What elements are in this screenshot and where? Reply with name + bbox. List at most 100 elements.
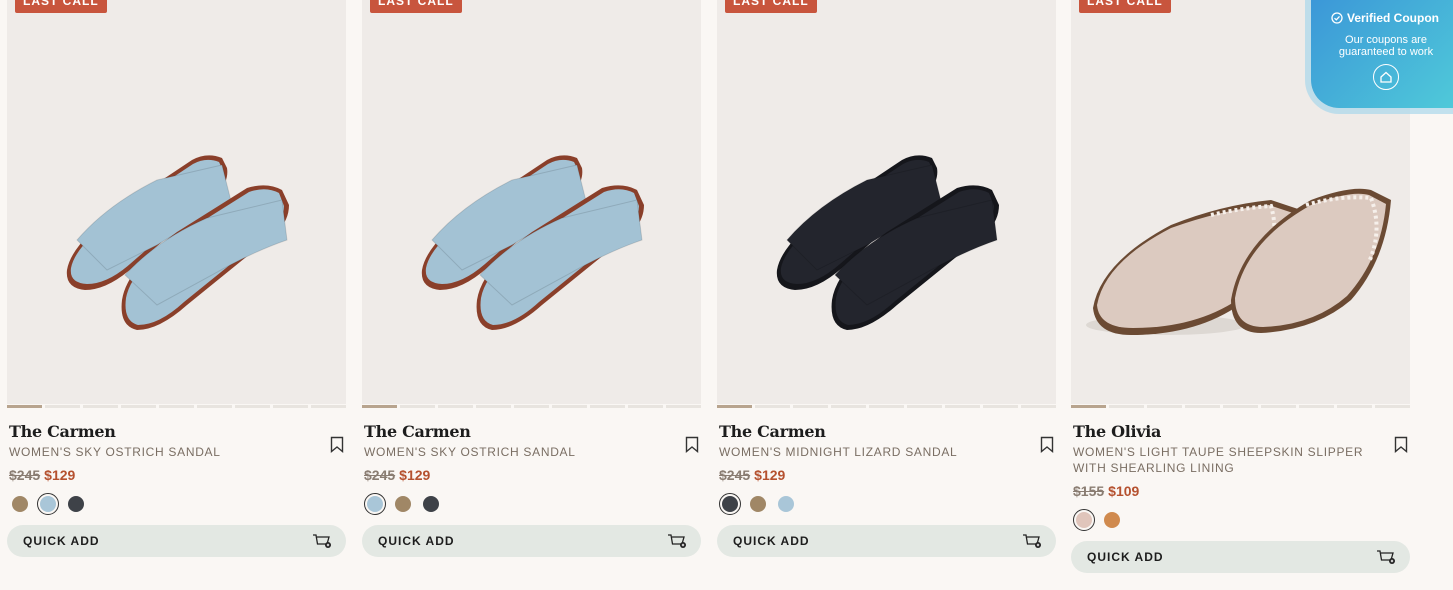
image-progress-segment[interactable]	[45, 405, 80, 408]
image-progress-segment[interactable]	[666, 405, 701, 408]
product-subtitle[interactable]: WOMEN'S SKY OSTRICH SANDAL	[364, 444, 664, 460]
image-progress-segment[interactable]	[1071, 405, 1106, 408]
image-progress-segment[interactable]	[983, 405, 1018, 408]
sale-price: $109	[1108, 483, 1140, 499]
product-info: The Olivia WOMEN'S LIGHT TAUPE SHEEPSKIN…	[1071, 422, 1410, 531]
product-title[interactable]: The Carmen	[9, 422, 344, 441]
image-progress-segment[interactable]	[159, 405, 194, 408]
bookmark-icon[interactable]	[1394, 436, 1408, 453]
image-progress-segment[interactable]	[1261, 405, 1296, 408]
image-progress-segment[interactable]	[628, 405, 663, 408]
image-progress-segment[interactable]	[476, 405, 511, 408]
coupon-heading-text: Verified Coupon	[1346, 11, 1439, 25]
image-progress-segment[interactable]	[438, 405, 473, 408]
bookmark-icon[interactable]	[685, 436, 699, 453]
image-carousel-progress	[717, 405, 1056, 408]
quick-add-button[interactable]: QUICK ADD	[7, 525, 346, 557]
image-progress-segment[interactable]	[83, 405, 118, 408]
original-price: $245	[9, 467, 41, 483]
color-swatch[interactable]	[719, 493, 741, 515]
color-swatch[interactable]	[37, 493, 59, 515]
sale-price: $129	[399, 467, 431, 483]
product-title[interactable]: The Olivia	[1073, 422, 1408, 441]
quick-add-button[interactable]: QUICK ADD	[362, 525, 701, 557]
color-swatch[interactable]	[1101, 509, 1123, 531]
color-swatches	[364, 493, 699, 515]
image-progress-segment[interactable]	[7, 405, 42, 408]
product-image[interactable]	[7, 0, 346, 404]
product-image-container[interactable]: LAST CALL	[717, 0, 1056, 404]
product-image-container[interactable]: LAST CALL	[7, 0, 346, 404]
image-progress-segment[interactable]	[197, 405, 232, 408]
image-progress-segment[interactable]	[1109, 405, 1144, 408]
image-progress-segment[interactable]	[590, 405, 625, 408]
image-progress-segment[interactable]	[362, 405, 397, 408]
image-progress-segment[interactable]	[1337, 405, 1372, 408]
image-progress-segment[interactable]	[869, 405, 904, 408]
verified-coupon-widget[interactable]: Verified Coupon Our coupons are guarante…	[1311, 0, 1453, 108]
quick-add-label: QUICK ADD	[378, 534, 455, 548]
product-image-container[interactable]: LAST CALL	[362, 0, 701, 404]
quick-add-cart-icon	[313, 534, 331, 548]
product-subtitle[interactable]: WOMEN'S MIDNIGHT LIZARD SANDAL	[719, 444, 1019, 460]
image-progress-segment[interactable]	[831, 405, 866, 408]
coupon-logo-icon[interactable]	[1373, 64, 1399, 90]
color-swatch[interactable]	[392, 493, 414, 515]
product-card[interactable]: LAST CALL The Carmen WOMEN'S SKY OSTRICH…	[7, 0, 346, 557]
color-swatch[interactable]	[420, 493, 442, 515]
quick-add-label: QUICK ADD	[1087, 550, 1164, 564]
quick-add-cart-icon	[1377, 550, 1395, 564]
image-progress-segment[interactable]	[717, 405, 752, 408]
quick-add-label: QUICK ADD	[733, 534, 810, 548]
image-progress-segment[interactable]	[755, 405, 790, 408]
product-subtitle[interactable]: WOMEN'S LIGHT TAUPE SHEEPSKIN SLIPPER WI…	[1073, 444, 1373, 476]
bookmark-icon[interactable]	[330, 436, 344, 453]
product-title[interactable]: The Carmen	[719, 422, 1054, 441]
image-carousel-progress	[362, 405, 701, 408]
image-progress-segment[interactable]	[1147, 405, 1182, 408]
image-progress-segment[interactable]	[1021, 405, 1056, 408]
product-image[interactable]	[717, 0, 1056, 404]
color-swatch[interactable]	[747, 493, 769, 515]
product-card[interactable]: LAST CALL The Carmen WOMEN'S MIDNIGHT LI…	[717, 0, 1056, 557]
product-title[interactable]: The Carmen	[364, 422, 699, 441]
quick-add-button[interactable]: QUICK ADD	[1071, 541, 1410, 573]
product-card[interactable]: LAST CALL The Carmen WOMEN'S SKY OSTRICH…	[362, 0, 701, 557]
bookmark-icon[interactable]	[1040, 436, 1054, 453]
product-info: The Carmen WOMEN'S SKY OSTRICH SANDAL $2…	[7, 422, 346, 515]
last-call-badge: LAST CALL	[370, 0, 462, 13]
image-progress-segment[interactable]	[793, 405, 828, 408]
image-progress-segment[interactable]	[1223, 405, 1258, 408]
image-progress-segment[interactable]	[945, 405, 980, 408]
image-progress-segment[interactable]	[311, 405, 346, 408]
product-price: $155 $109	[1073, 483, 1408, 499]
image-progress-segment[interactable]	[235, 405, 270, 408]
image-progress-segment[interactable]	[514, 405, 549, 408]
color-swatch[interactable]	[775, 493, 797, 515]
original-price: $155	[1073, 483, 1105, 499]
color-swatch[interactable]	[364, 493, 386, 515]
last-call-badge: LAST CALL	[725, 0, 817, 13]
sale-price: $129	[44, 467, 76, 483]
image-progress-segment[interactable]	[400, 405, 435, 408]
color-swatch[interactable]	[65, 493, 87, 515]
image-progress-segment[interactable]	[273, 405, 308, 408]
product-image[interactable]	[362, 0, 701, 404]
product-subtitle[interactable]: WOMEN'S SKY OSTRICH SANDAL	[9, 444, 309, 460]
sale-price: $129	[754, 467, 786, 483]
image-progress-segment[interactable]	[907, 405, 942, 408]
quick-add-cart-icon	[1023, 534, 1041, 548]
product-price: $245 $129	[9, 467, 344, 483]
image-progress-segment[interactable]	[121, 405, 156, 408]
image-progress-segment[interactable]	[1185, 405, 1220, 408]
original-price: $245	[719, 467, 751, 483]
color-swatch[interactable]	[9, 493, 31, 515]
image-progress-segment[interactable]	[552, 405, 587, 408]
quick-add-cart-icon	[668, 534, 686, 548]
color-swatch[interactable]	[1073, 509, 1095, 531]
color-swatches	[9, 493, 344, 515]
quick-add-button[interactable]: QUICK ADD	[717, 525, 1056, 557]
image-progress-segment[interactable]	[1299, 405, 1334, 408]
quick-add-label: QUICK ADD	[23, 534, 100, 548]
image-progress-segment[interactable]	[1375, 405, 1410, 408]
